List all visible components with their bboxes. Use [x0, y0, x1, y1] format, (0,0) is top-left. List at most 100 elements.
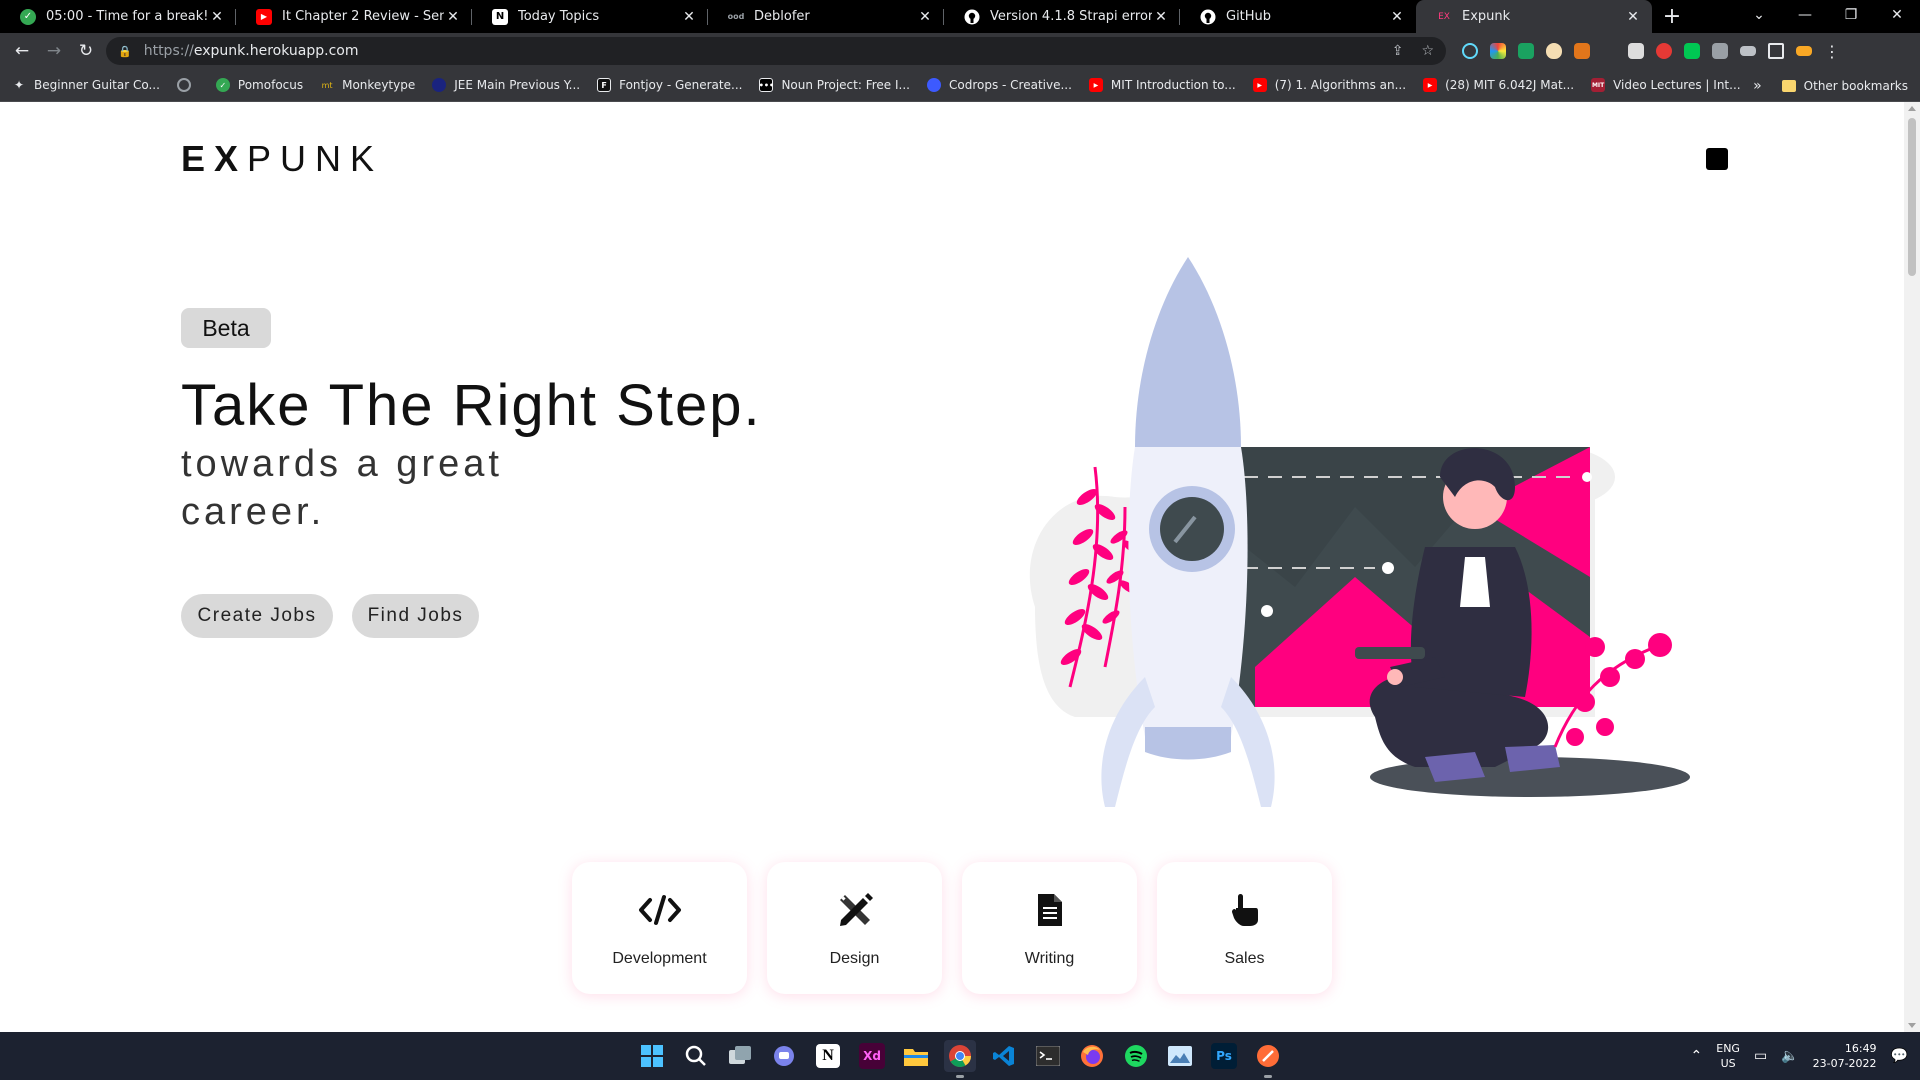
category-card-development[interactable]: Development [572, 862, 747, 994]
extensions-puzzle-icon[interactable] [1712, 43, 1728, 59]
close-icon[interactable]: ✕ [444, 9, 462, 25]
category-card-sales[interactable]: Sales [1157, 862, 1332, 994]
browser-tab-strip: ✓ 05:00 - Time for a break! ✕ ▶ It Chapt… [0, 0, 1920, 33]
egg-extension-icon[interactable] [1546, 43, 1562, 59]
category-cards: Development Design Writing Sales [572, 862, 1332, 994]
wappalyzer-icon[interactable] [1628, 43, 1644, 59]
share-icon[interactable]: ⇪ [1392, 43, 1404, 59]
react-devtools-icon[interactable] [1462, 43, 1478, 59]
postman-icon[interactable] [1252, 1040, 1284, 1078]
display-icon[interactable]: ▭ [1754, 1048, 1767, 1064]
bookmark-item[interactable]: ✦ Beginner Guitar Co... [12, 78, 160, 92]
bookmark-item[interactable]: JEE Main Previous Y... [432, 78, 580, 92]
create-jobs-button[interactable]: Create Jobs [181, 594, 333, 638]
address-bar-row: ← → ↻ 🔒 https:// expunk.herokuapp.com ⇪ … [0, 33, 1920, 69]
photoshop-icon[interactable]: Ps [1211, 1043, 1237, 1069]
adobe-xd-icon[interactable]: Xd [859, 1043, 885, 1069]
metamask-icon[interactable] [1574, 43, 1590, 59]
tab-search-icon[interactable]: ⌄ [1736, 0, 1782, 30]
bookmark-item[interactable]: Codrops - Creative... [926, 78, 1072, 92]
extension-icons: ⋮ [1462, 42, 1840, 61]
chevron-right-icon[interactable]: » [1753, 78, 1762, 94]
mail-extension-icon[interactable] [1518, 43, 1534, 59]
bookmark-item[interactable]: ••• Noun Project: Free I... [759, 78, 910, 92]
close-icon[interactable]: ✕ [680, 9, 698, 25]
bookmark-item[interactable]: MIT Video Lectures | Int... [1591, 78, 1741, 92]
mit-ocw-icon: MIT [1591, 78, 1606, 92]
tab-expunk[interactable]: EX Expunk ✕ [1416, 0, 1652, 33]
bookmark-item[interactable]: ▶ (28) MIT 6.042J Mat... [1423, 78, 1574, 92]
bookmarks-overflow: » Other bookmarks [1753, 69, 1908, 102]
noun-project-icon: ••• [759, 78, 774, 92]
scroll-down-arrow[interactable] [1908, 1023, 1916, 1028]
notification-icon[interactable]: 💬 [1891, 1048, 1908, 1064]
minimize-button[interactable]: — [1782, 0, 1828, 30]
bookmark-item[interactable]: mt Monkeytype [320, 78, 416, 92]
category-card-writing[interactable]: Writing [962, 862, 1137, 994]
github-icon [1200, 9, 1216, 25]
search-icon[interactable] [680, 1040, 712, 1072]
bookmark-item[interactable]: ✓ Pomofocus [215, 78, 304, 92]
chrome-icon[interactable] [944, 1040, 976, 1078]
profile-icon[interactable] [1796, 46, 1812, 56]
color-picker-icon[interactable] [1490, 43, 1506, 59]
tab-deblofer[interactable]: ood Deblofer ✕ [708, 0, 944, 33]
firefox-icon[interactable] [1076, 1040, 1108, 1072]
close-icon[interactable]: ✕ [1388, 9, 1406, 25]
close-icon[interactable]: ✕ [1624, 9, 1642, 25]
forward-button[interactable]: → [38, 35, 70, 67]
tab-today-topics[interactable]: N Today Topics ✕ [472, 0, 708, 33]
bookmark-label: Pomofocus [237, 78, 304, 92]
bookmark-star-icon[interactable]: ☆ [1421, 43, 1434, 59]
task-view-icon[interactable] [724, 1040, 756, 1072]
reading-list-icon[interactable] [1740, 46, 1756, 56]
scroll-up-arrow[interactable] [1908, 106, 1916, 111]
page-scrollbar[interactable] [1904, 102, 1920, 1032]
close-icon[interactable]: ✕ [208, 9, 226, 25]
spotify-icon[interactable] [1120, 1040, 1152, 1072]
chrome-menu-icon[interactable]: ⋮ [1824, 42, 1840, 61]
find-jobs-button[interactable]: Find Jobs [352, 594, 479, 638]
close-icon[interactable]: ✕ [1152, 9, 1170, 25]
windows-taskbar: N Xd Ps ⌃ ENG US ▭ 🔈 16:49 23-07-2022 💬 [0, 1032, 1920, 1080]
notion-icon[interactable]: N [816, 1044, 840, 1068]
folder-icon [1781, 79, 1796, 92]
bookmark-item[interactable]: ▶ MIT Introduction to... [1088, 78, 1236, 92]
terminal-icon[interactable] [1032, 1040, 1064, 1072]
volume-icon[interactable]: 🔈 [1781, 1048, 1798, 1064]
video-extension-icon[interactable] [1656, 43, 1672, 59]
menu-button[interactable] [1706, 148, 1728, 170]
category-card-design[interactable]: Design [767, 862, 942, 994]
green-extension-icon[interactable] [1684, 43, 1700, 59]
lock-icon[interactable]: 🔒 [118, 45, 132, 58]
expunk-icon: EX [1438, 11, 1450, 22]
logo-rest: PUNK [247, 138, 384, 179]
windows-start-icon[interactable] [636, 1040, 668, 1072]
photos-icon[interactable] [1164, 1040, 1196, 1072]
chevron-up-icon[interactable]: ⌃ [1691, 1048, 1703, 1064]
language-indicator[interactable]: ENG US [1716, 1041, 1740, 1071]
file-explorer-icon[interactable] [900, 1040, 932, 1072]
youtube-icon: ▶ [1423, 78, 1438, 92]
url-input[interactable]: 🔒 https:// expunk.herokuapp.com ⇪ ☆ [106, 37, 1446, 65]
side-panel-icon[interactable] [1768, 43, 1784, 59]
tab-github[interactable]: GitHub ✕ [1180, 0, 1416, 33]
close-icon[interactable]: ✕ [916, 9, 934, 25]
other-bookmarks-folder[interactable]: Other bookmarks [1804, 79, 1908, 93]
teams-chat-icon[interactable] [768, 1040, 800, 1072]
reload-button[interactable]: ↻ [70, 35, 102, 67]
tab-pomofocus[interactable]: ✓ 05:00 - Time for a break! ✕ [0, 0, 236, 33]
scrollbar-thumb[interactable] [1908, 118, 1916, 276]
clock[interactable]: 16:49 23-07-2022 [1813, 1041, 1877, 1071]
bookmark-item[interactable]: F Fontjoy - Generate... [597, 78, 742, 92]
bookmark-item[interactable] [176, 78, 199, 92]
close-window-button[interactable]: ✕ [1874, 0, 1920, 30]
new-tab-button[interactable]: + [1652, 0, 1692, 33]
bookmark-item[interactable]: ▶ (7) 1. Algorithms an... [1252, 78, 1406, 92]
site-logo[interactable]: EXPUNK [181, 138, 383, 180]
vscode-icon[interactable] [988, 1040, 1020, 1072]
restore-button[interactable]: ❐ [1828, 0, 1874, 30]
tab-strapi-issue[interactable]: Version 4.1.8 Strapi error in buil ✕ [944, 0, 1180, 33]
back-button[interactable]: ← [6, 35, 38, 67]
tab-youtube[interactable]: ▶ It Chapter 2 Review - Send In Th ✕ [236, 0, 472, 33]
